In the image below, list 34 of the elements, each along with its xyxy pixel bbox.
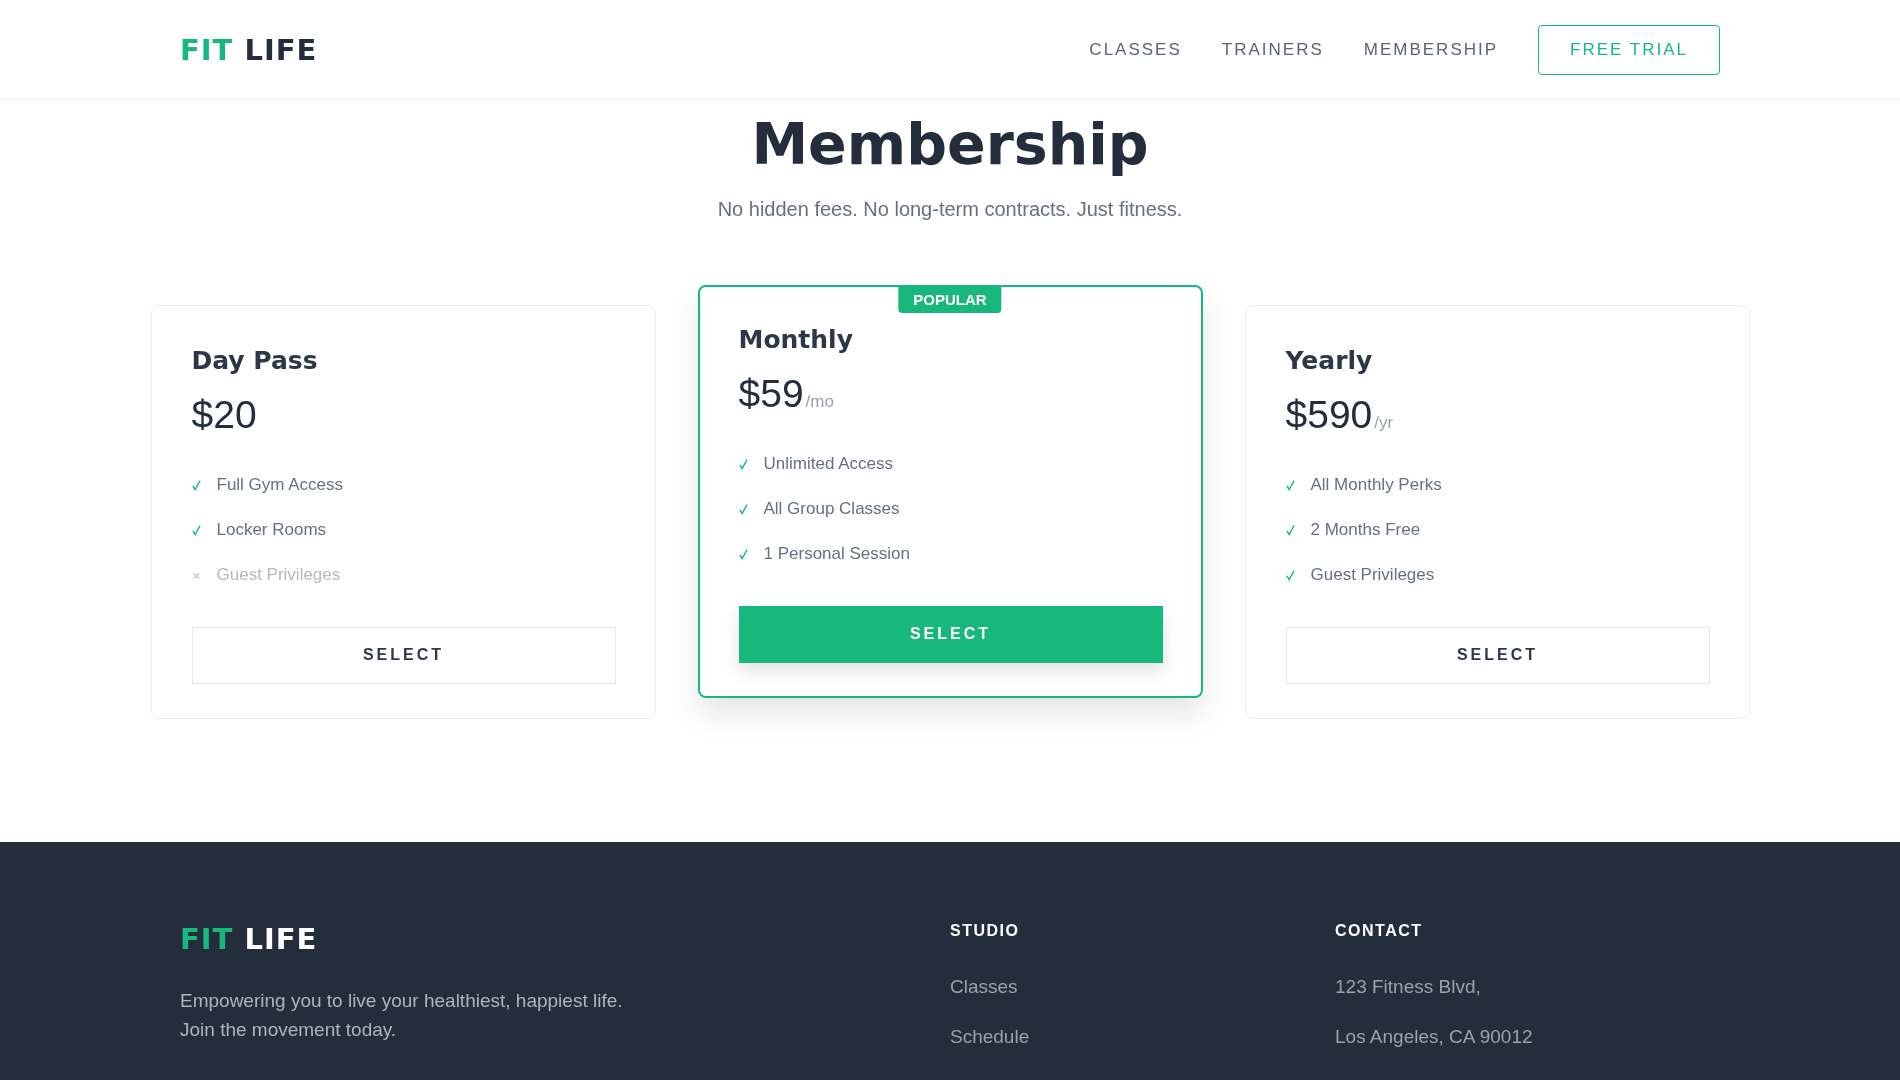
price-period: /yr [1374,412,1394,433]
plan-name: Yearly [1285,345,1374,375]
feature-label: 1 Personal Session [763,544,910,565]
nav-link[interactable]: CLASSES [1089,39,1182,60]
plan-price: $59 [738,371,804,416]
footer-tagline: Empowering you to live your healthiest, happiest life. Join the movement today. [180,989,624,1043]
nav-link[interactable]: TRAINERS [1221,39,1324,60]
feature-label: Locker Rooms [216,520,327,541]
feature-label: Unlimited Access [763,454,893,475]
footer-heading: CONTACT [1335,922,1423,940]
feature-label: Full Gym Access [216,475,344,496]
select-button[interactable]: SELECT [191,626,616,684]
plan-name: Day Pass [191,345,319,375]
feature-label: Guest Privileges [1310,565,1435,586]
logo[interactable]: FIT LIFE [180,922,318,956]
popular-badge: POPULAR [898,285,1002,313]
footer-heading: STUDIO [950,922,1020,940]
page-subtitle: No hidden fees. No long-term contracts. Just fitness. [717,197,1183,221]
feature-label: Guest Privileges [216,565,341,586]
page-title: Membership [751,113,1149,176]
plan-price: $590 [1285,392,1373,437]
plan-price: $20 [191,392,257,437]
feature-label: All Group Classes [763,499,900,520]
select-button[interactable]: SELECT [1285,626,1710,684]
footer-link[interactable]: Los Angeles, CA 90012 [1335,1026,1533,1048]
nav-link[interactable]: MEMBERSHIP [1363,39,1499,60]
footer-link[interactable]: 123 Fitness Blvd, [1335,976,1481,998]
feature-label: 2 Months Free [1310,520,1421,541]
price-period: /mo [805,391,834,412]
feature-label: All Monthly Perks [1310,475,1442,496]
footer-link[interactable]: Classes [950,976,1018,998]
footer-link[interactable]: Schedule [950,1026,1030,1048]
logo[interactable]: FIT LIFE [180,32,318,67]
plan-name: Monthly [738,324,854,354]
